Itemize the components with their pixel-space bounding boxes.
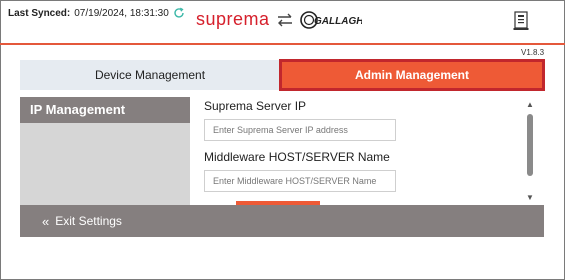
gallagher-text: GALLAGHER xyxy=(314,16,362,27)
document-report-icon[interactable] xyxy=(513,11,531,31)
double-chevron-left-icon: « xyxy=(42,213,50,229)
tab-bar: Device Management Admin Management xyxy=(20,60,544,90)
swap-arrows-icon xyxy=(277,13,292,26)
last-synced: Last Synced: 07/19/2024, 18:31:30 xyxy=(8,7,185,19)
scroll-thumb[interactable] xyxy=(527,114,533,176)
middleware-label: Middleware HOST/SERVER Name xyxy=(204,150,390,164)
settings-form: Suprema Server IP Middleware HOST/SERVER… xyxy=(195,95,537,205)
last-synced-value: 07/19/2024, 18:31:30 xyxy=(74,7,169,19)
form-scrollbar[interactable]: ▲ ▼ xyxy=(525,100,535,204)
server-ip-label: Suprema Server IP xyxy=(204,99,307,113)
brand-header: suprema GALLAGHER xyxy=(196,9,362,30)
gallagher-logo: GALLAGHER xyxy=(299,10,362,29)
scroll-up-icon[interactable]: ▲ xyxy=(525,100,535,110)
exit-settings-button[interactable]: « Exit Settings xyxy=(42,214,122,229)
scroll-down-icon[interactable]: ▼ xyxy=(525,193,535,203)
last-synced-label: Last Synced: xyxy=(8,7,71,19)
tab-admin-management[interactable]: Admin Management xyxy=(280,60,544,90)
sidebar: IP Management xyxy=(20,97,190,205)
server-ip-input[interactable] xyxy=(204,119,396,141)
version-label: V1.8.3 xyxy=(521,48,545,57)
exit-settings-label: Exit Settings xyxy=(55,214,122,228)
suprema-logo: suprema xyxy=(196,9,270,29)
sidebar-item-ip-management[interactable]: IP Management xyxy=(20,97,190,123)
refresh-icon[interactable] xyxy=(173,7,185,19)
footer-bar: « Exit Settings xyxy=(20,205,544,237)
header-divider xyxy=(0,43,565,45)
middleware-host-input[interactable] xyxy=(204,170,396,192)
tab-device-management[interactable]: Device Management xyxy=(20,60,280,90)
